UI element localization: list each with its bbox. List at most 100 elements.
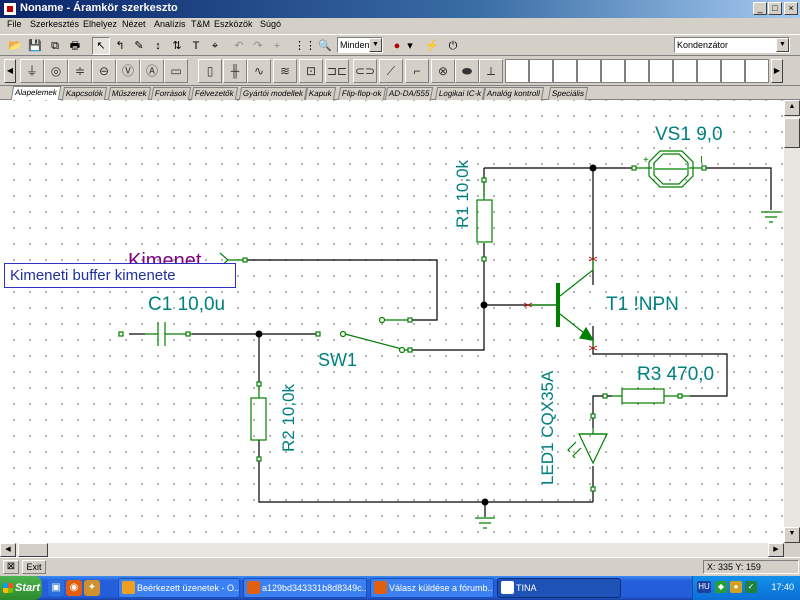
vertical-scroll-thumb[interactable] bbox=[784, 118, 800, 148]
close-button[interactable]: × bbox=[784, 2, 798, 15]
ammeter-icon[interactable]: Ⓐ bbox=[140, 59, 164, 83]
tab-special[interactable]: Speciális bbox=[547, 87, 589, 100]
select-pointer-icon[interactable]: ↖ bbox=[92, 37, 110, 55]
schematic-canvas[interactable]: + I VS1 9,0 R1 10,0k Kimenet C1 10,0u T1… bbox=[0, 100, 784, 543]
tab-semiconductors[interactable]: Félvezetők bbox=[190, 87, 238, 100]
horizontal-scroll-thumb[interactable] bbox=[18, 543, 48, 557]
menu-help[interactable]: Súgó bbox=[260, 19, 281, 29]
save-icon[interactable]: 💾 bbox=[26, 37, 44, 55]
tina-icon bbox=[501, 581, 514, 594]
buffer-output-textbox[interactable]: Kimeneti buffer kimenete bbox=[4, 263, 236, 288]
firefox-icon[interactable]: ◉ bbox=[66, 580, 82, 596]
show-desktop-icon[interactable]: ▣ bbox=[48, 580, 64, 596]
tab-manufacturer-models[interactable]: Gyártói modellek bbox=[238, 87, 308, 100]
tab-analog-control[interactable]: Analóg kontroll bbox=[482, 87, 545, 100]
inductor-icon[interactable]: ∿ bbox=[247, 59, 271, 83]
open-folder-icon[interactable]: 📂 bbox=[6, 37, 24, 55]
voltmeter-icon[interactable]: Ⓥ bbox=[116, 59, 140, 83]
resistor-icon[interactable]: ▭ bbox=[164, 59, 188, 83]
menu-file[interactable]: File bbox=[7, 19, 22, 29]
relay-icon[interactable]: ⌐ bbox=[405, 59, 429, 83]
interactive-mode-icon[interactable]: ⏻ bbox=[444, 37, 462, 55]
layer-filter-select[interactable]: Minden ▼ bbox=[337, 37, 383, 53]
potentiometer-icon[interactable]: ▯ bbox=[198, 59, 222, 83]
menu-tools[interactable]: Eszközök bbox=[214, 19, 253, 29]
horizontal-scrollbar[interactable]: ◀ ▶ bbox=[0, 543, 784, 557]
menu-place[interactable]: Elhelyez bbox=[83, 19, 117, 29]
minimize-button[interactable]: _ bbox=[753, 2, 767, 15]
r3-resistor[interactable] bbox=[602, 388, 690, 404]
crystal-icon[interactable]: ⊡ bbox=[299, 59, 323, 83]
scroll-right-icon[interactable]: ▶ bbox=[768, 543, 784, 557]
tab-flip-flops[interactable]: Flip-flop-ok bbox=[337, 87, 386, 100]
dc-analysis-dropdown-icon[interactable]: ▾ bbox=[405, 37, 415, 55]
component-select[interactable]: Kondenzátor ▼ bbox=[674, 37, 790, 53]
taskbar-item-firefox-1[interactable]: a129bd343331b8d8349c... bbox=[243, 578, 367, 598]
motor-icon[interactable]: ⬬ bbox=[455, 59, 479, 83]
dc-analysis-icon[interactable]: ● bbox=[388, 37, 406, 55]
menu-tm[interactable]: T&M bbox=[191, 19, 210, 29]
tab-sources[interactable]: Források bbox=[150, 87, 191, 100]
tab-meters[interactable]: Műszerek bbox=[107, 87, 151, 100]
r2-label: R2 10,0k bbox=[279, 383, 298, 452]
fuse-icon[interactable]: ⊂⊃ bbox=[353, 59, 377, 83]
led1-diode[interactable] bbox=[567, 413, 608, 492]
zoom-icon[interactable]: 🔍 bbox=[316, 37, 334, 55]
print-preview-icon[interactable]: 🖶 bbox=[66, 37, 84, 55]
probe-current-icon[interactable]: ⇅ bbox=[168, 37, 186, 55]
firefox-icon bbox=[374, 581, 387, 594]
menu-edit[interactable]: Szerkesztés bbox=[30, 19, 79, 29]
coupled-inductor-icon[interactable]: ⊐⊏ bbox=[325, 59, 349, 83]
battery-icon[interactable]: ≑ bbox=[68, 59, 92, 83]
start-button[interactable]: Start bbox=[0, 576, 42, 600]
layer-filter-value: Minden bbox=[340, 40, 370, 50]
taskbar-item-outlook[interactable]: Beérkezett üzenetek - O... bbox=[118, 578, 240, 598]
tab-basic-components[interactable]: Alapelemek bbox=[10, 86, 62, 100]
sw1-switch[interactable] bbox=[315, 316, 413, 354]
taskbar-item-tina[interactable]: TINA bbox=[497, 578, 621, 598]
scroll-left-icon[interactable]: ◀ bbox=[0, 543, 16, 557]
lamp-icon[interactable]: ⊗ bbox=[431, 59, 455, 83]
palette-scroll-left-icon[interactable]: ◀ bbox=[4, 59, 16, 83]
taskbar-item-firefox-2[interactable]: Válasz küldése a fórumb... bbox=[370, 578, 494, 598]
vertical-scrollbar[interactable]: ▲ ▼ bbox=[784, 100, 800, 543]
menu-view[interactable]: Nézet bbox=[122, 19, 146, 29]
quicklaunch-icon[interactable]: ✦ bbox=[84, 580, 100, 596]
grid-icon[interactable]: ⋮⋮ bbox=[293, 37, 316, 55]
scroll-down-icon[interactable]: ▼ bbox=[784, 527, 800, 543]
select-move-icon[interactable]: ↰ bbox=[111, 37, 129, 55]
current-source-icon[interactable]: ⊖ bbox=[92, 59, 116, 83]
network-icon[interactable]: ◆ bbox=[715, 581, 727, 593]
maximize-button[interactable]: □ bbox=[768, 2, 782, 15]
palette-scroll-right-icon[interactable]: ▶ bbox=[771, 59, 783, 83]
vs1-voltage-source[interactable]: + I bbox=[631, 150, 707, 188]
transformer-icon[interactable]: ≋ bbox=[273, 59, 297, 83]
t1-npn-transistor[interactable] bbox=[523, 256, 598, 351]
junction-node bbox=[480, 301, 488, 309]
tab-switches[interactable]: Kapcsolók bbox=[61, 87, 108, 100]
tab-ad-da-555[interactable]: AD-DA/555 bbox=[384, 87, 434, 100]
switch-icon[interactable]: ⟋ bbox=[379, 59, 403, 83]
language-indicator[interactable]: HU bbox=[697, 581, 711, 593]
copy-icon[interactable]: ⧉ bbox=[46, 37, 64, 55]
text-tool-icon[interactable]: T bbox=[187, 37, 205, 55]
undo-icon[interactable]: ↶ bbox=[230, 37, 248, 55]
voltage-generator-icon[interactable]: ◎ bbox=[44, 59, 68, 83]
exit-button[interactable]: Exit bbox=[22, 560, 46, 574]
messenger-icon[interactable]: ● bbox=[730, 581, 742, 593]
exit-door-icon[interactable]: ⊠ bbox=[3, 560, 19, 574]
pen-wire-icon[interactable]: ✎ bbox=[130, 37, 148, 55]
crosshair-icon[interactable]: + bbox=[268, 37, 286, 55]
menu-analysis[interactable]: Analízis bbox=[154, 19, 186, 29]
virtual-instrument-icon[interactable]: ⚡ bbox=[423, 37, 441, 55]
antivirus-icon[interactable]: ✓ bbox=[745, 581, 757, 593]
probe-voltage-icon[interactable]: ↕ bbox=[149, 37, 167, 55]
capacitor-icon[interactable]: ╫ bbox=[223, 59, 247, 83]
variable-resistor-icon[interactable]: ⟂ bbox=[479, 59, 503, 83]
label-tool-icon[interactable]: ⌖ bbox=[206, 37, 224, 55]
ground-component-icon[interactable]: ⏚ bbox=[20, 59, 44, 83]
redo-icon[interactable]: ↷ bbox=[249, 37, 267, 55]
tab-logic-ics[interactable]: Logikai IC-k bbox=[434, 87, 486, 100]
scroll-up-icon[interactable]: ▲ bbox=[784, 100, 800, 116]
tab-gates[interactable]: Kapuk bbox=[304, 87, 336, 100]
